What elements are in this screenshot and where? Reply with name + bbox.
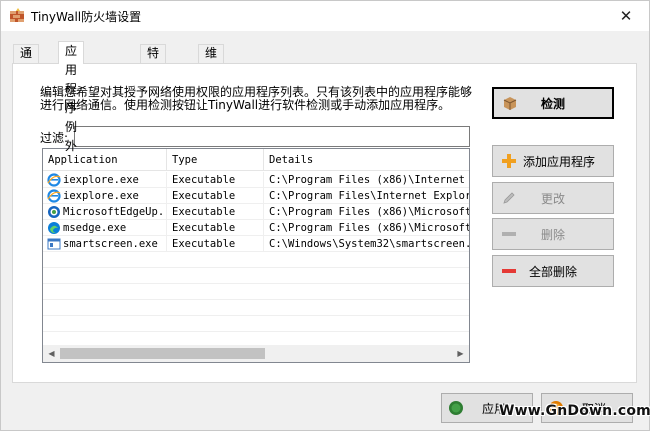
scroll-right-icon[interactable]: ▶	[452, 345, 469, 362]
internet-explorer-icon	[47, 173, 61, 187]
box-icon	[503, 97, 517, 110]
cell-details: C:\Windows\System32\smartscreen.exe	[269, 238, 469, 250]
cell-type: Executable	[167, 172, 264, 188]
window-title: TinyWall防火墙设置	[31, 10, 142, 24]
edge-icon	[48, 222, 60, 234]
table-row	[43, 268, 469, 284]
table-row[interactable]: msedge.exe Executable C:\Program Files (…	[43, 220, 469, 236]
cell-type: Executable	[167, 220, 264, 236]
table-row[interactable]: iexplore.exe Executable C:\Program Files…	[43, 188, 469, 204]
cell-details: C:\Program Files (x86)\Microsoft\Ed	[269, 206, 469, 218]
table-row	[43, 252, 469, 268]
list-header: Application Type Details	[43, 149, 469, 171]
application-list[interactable]: Application Type Details iexplore.exe Ex…	[42, 148, 470, 363]
cell-application: msedge.exe	[63, 220, 167, 236]
table-row	[43, 300, 469, 316]
cell-application: iexplore.exe	[63, 172, 167, 188]
cell-type: Executable	[167, 236, 264, 252]
table-row	[43, 284, 469, 300]
cell-application: MicrosoftEdgeUp...	[63, 204, 167, 220]
title-bar: TinyWall防火墙设置 ✕	[1, 1, 649, 31]
edge-update-icon	[48, 206, 60, 218]
column-header-details[interactable]: Details	[264, 149, 469, 171]
close-icon[interactable]: ✕	[603, 1, 649, 31]
remove-all-icon	[502, 269, 516, 273]
cell-details: C:\Program Files (x86)\Microsoft\Ed	[269, 222, 469, 234]
table-row[interactable]: MicrosoftEdgeUp... Executable C:\Program…	[43, 204, 469, 220]
application-icon	[47, 238, 61, 250]
scrollbar-thumb[interactable]	[60, 348, 265, 359]
cell-details: C:\Program Files (x86)\Internet Exp	[269, 174, 469, 186]
cell-type: Executable	[167, 204, 264, 220]
table-row[interactable]: smartscreen.exe Executable C:\Windows\Sy…	[43, 236, 469, 252]
remove-button[interactable]: 删除	[492, 218, 614, 250]
pencil-icon	[503, 192, 515, 204]
column-header-application[interactable]: Application	[43, 149, 167, 171]
detect-button[interactable]: 检测	[492, 87, 614, 119]
cell-application: iexplore.exe	[63, 188, 167, 204]
column-header-type[interactable]: Type	[167, 149, 264, 171]
remove-all-button[interactable]: 全部删除	[492, 255, 614, 287]
tab-maintenance[interactable]: 维护	[198, 44, 225, 77]
minus-icon	[502, 232, 516, 236]
table-row	[43, 316, 469, 332]
filter-label: 过滤:	[40, 131, 69, 145]
filter-input[interactable]	[74, 126, 470, 147]
cell-application: smartscreen.exe	[63, 236, 167, 252]
modify-button[interactable]: 更改	[492, 182, 614, 214]
horizontal-scrollbar[interactable]: ◀ ▶	[43, 345, 469, 362]
description-text: 编辑您希望对其授予网络使用权限的应用程序列表。只有该列表中的应用程序能够进行网络…	[40, 85, 473, 112]
tab-special-exceptions[interactable]: 特殊例外	[140, 44, 167, 111]
cell-type: Executable	[167, 188, 264, 204]
tab-general[interactable]: 通用	[13, 44, 40, 77]
internet-explorer-icon	[47, 189, 61, 203]
tinywall-app-icon	[10, 8, 24, 22]
cell-details: C:\Program Files\Internet Explorer\	[269, 190, 469, 202]
settings-window: TinyWall防火墙设置 ✕ 通用 应用程序例外 特殊例外 维护 编辑您希望对…	[0, 0, 650, 431]
plus-icon	[502, 154, 516, 168]
apply-icon	[449, 401, 463, 415]
watermark-text: Www.GnDown.com	[499, 403, 650, 419]
tab-app-exceptions[interactable]: 应用程序例外	[58, 41, 85, 153]
scroll-left-icon[interactable]: ◀	[43, 345, 60, 362]
table-row[interactable]: iexplore.exe Executable C:\Program Files…	[43, 172, 469, 188]
add-application-button[interactable]: 添加应用程序	[492, 145, 614, 177]
